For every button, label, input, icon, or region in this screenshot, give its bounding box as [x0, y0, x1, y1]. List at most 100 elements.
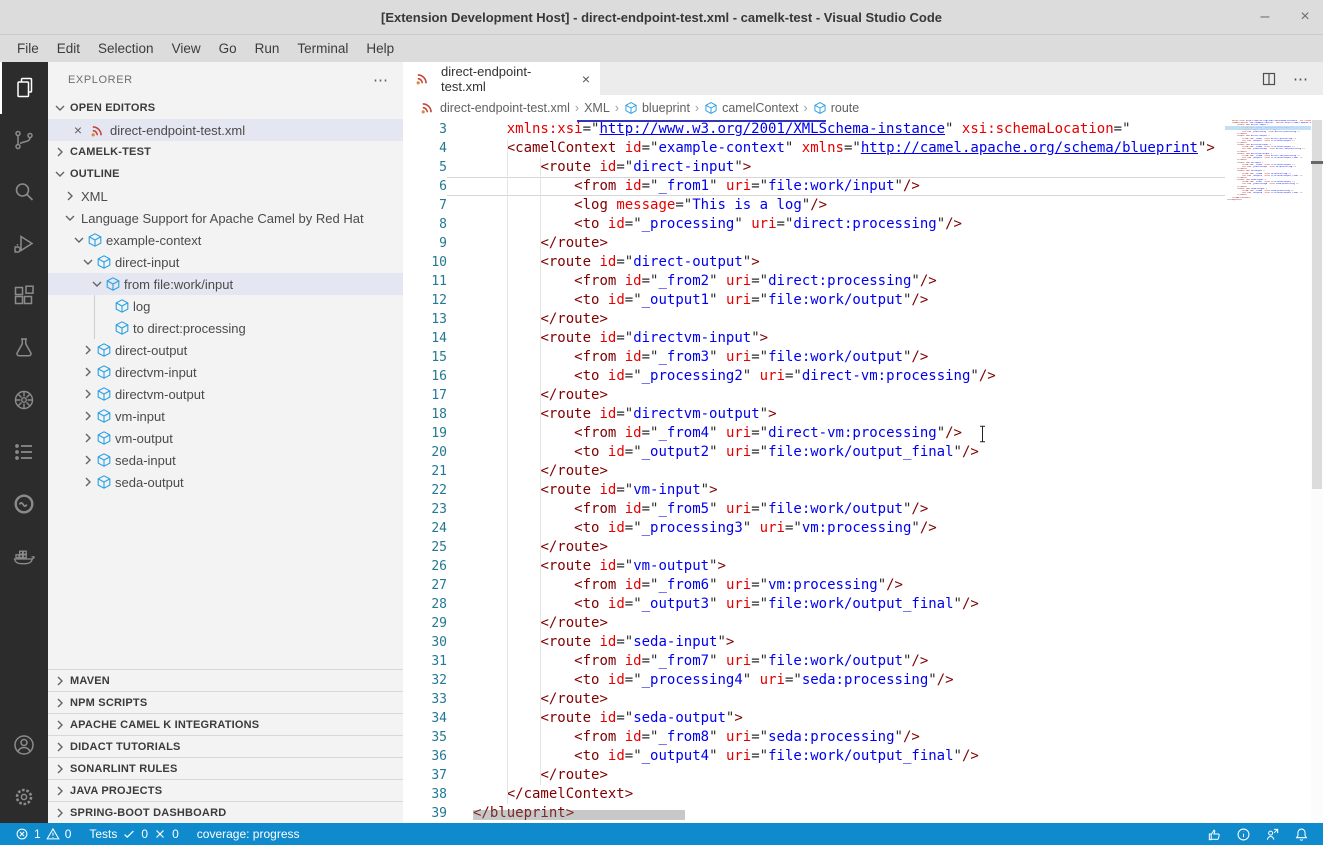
editor-more-actions-icon[interactable]: ⋯: [1293, 70, 1309, 88]
menu-edit[interactable]: Edit: [48, 35, 89, 62]
explorer-more-actions-icon[interactable]: ⋯: [373, 71, 389, 89]
section-maven[interactable]: MAVEN: [48, 669, 403, 691]
section-java-projects[interactable]: JAVA PROJECTS: [48, 779, 403, 801]
code-line-6[interactable]: 6 <from id="_from1" uri="file:work/input…: [403, 177, 1225, 196]
code-line-9[interactable]: 9 </route>: [403, 234, 1225, 253]
menu-view[interactable]: View: [163, 35, 210, 62]
info-icon[interactable]: [1236, 827, 1251, 842]
open-editors-header[interactable]: OPEN EDITORS: [48, 97, 403, 119]
code-line-18[interactable]: 18 <route id="directvm-output">: [403, 405, 1225, 424]
sonarlint-icon[interactable]: [0, 478, 48, 530]
chevron-down-icon[interactable]: [71, 232, 87, 248]
code-line-35[interactable]: 35 <from id="_from8" uri="seda:processin…: [403, 728, 1225, 747]
code-line-8[interactable]: 8 <to id="_processing" uri="direct:proce…: [403, 215, 1225, 234]
menu-help[interactable]: Help: [357, 35, 403, 62]
outline-item-log[interactable]: log: [48, 295, 403, 317]
code-line-27[interactable]: 27 <from id="_from6" uri="vm:processing"…: [403, 576, 1225, 595]
code-line-38[interactable]: 38 </camelContext>: [403, 785, 1225, 804]
notifications-bell-icon[interactable]: [1294, 827, 1309, 842]
tests-beaker-icon[interactable]: [0, 322, 48, 374]
code-line-22[interactable]: 22 <route id="vm-input">: [403, 481, 1225, 500]
section-apache-camel-k-integrations[interactable]: APACHE CAMEL K INTEGRATIONS: [48, 713, 403, 735]
code-line-4[interactable]: 4 <camelContext id="example-context" xml…: [403, 139, 1225, 158]
code-line-36[interactable]: 36 <to id="_output4" uri="file:work/outp…: [403, 747, 1225, 766]
chevron-right-icon[interactable]: [62, 188, 78, 204]
open-editor-item[interactable]: × direct-endpoint-test.xml: [48, 119, 403, 141]
outline-item-from-file-work-input[interactable]: from file:work/input: [48, 273, 403, 295]
breadcrumb-blueprint[interactable]: blueprint: [624, 101, 690, 115]
code-line-7[interactable]: 7 <log message="This is a log"/>: [403, 196, 1225, 215]
outline-header[interactable]: OUTLINE: [48, 163, 403, 185]
code-line-20[interactable]: 20 <to id="_output2" uri="file:work/outp…: [403, 443, 1225, 462]
chevron-right-icon[interactable]: [80, 342, 96, 358]
search-icon[interactable]: [0, 166, 48, 218]
code-line-30[interactable]: 30 <route id="seda-input">: [403, 633, 1225, 652]
outline-item-vm-input[interactable]: vm-input: [48, 405, 403, 427]
split-editor-icon[interactable]: [1261, 71, 1277, 87]
outline-item-example-context[interactable]: example-context: [48, 229, 403, 251]
problems-indicator[interactable]: 1 0: [10, 823, 76, 845]
code-line-24[interactable]: 24 <to id="_processing3" uri="vm:process…: [403, 519, 1225, 538]
chevron-right-icon[interactable]: [80, 452, 96, 468]
chevron-right-icon[interactable]: [80, 364, 96, 380]
outline-item-direct-output[interactable]: direct-output: [48, 339, 403, 361]
folder-section-header[interactable]: CAMELK-TEST: [48, 141, 403, 163]
close-editor-icon[interactable]: ×: [70, 122, 86, 138]
code-line-29[interactable]: 29 </route>: [403, 614, 1225, 633]
menu-file[interactable]: File: [8, 35, 48, 62]
kubernetes-icon[interactable]: [0, 374, 48, 426]
minimap[interactable]: xmlns:xsi="http://www.w3.org/2001/XMLSch…: [1225, 120, 1311, 201]
code-line-12[interactable]: 12 <to id="_output1" uri="file:work/outp…: [403, 291, 1225, 310]
section-sonarlint-rules[interactable]: SONARLINT RULES: [48, 757, 403, 779]
chevron-down-icon[interactable]: [89, 276, 105, 292]
explorer-icon[interactable]: [0, 62, 48, 114]
code-line-26[interactable]: 26 <route id="vm-output">: [403, 557, 1225, 576]
editor[interactable]: 3 xmlns:xsi="http://www.w3.org/2001/XMLS…: [403, 120, 1323, 823]
outline-item-directvm-output[interactable]: directvm-output: [48, 383, 403, 405]
tab-close-icon[interactable]: ×: [582, 71, 590, 87]
account-icon[interactable]: [0, 719, 48, 771]
code-line-25[interactable]: 25 </route>: [403, 538, 1225, 557]
code-line-34[interactable]: 34 <route id="seda-output">: [403, 709, 1225, 728]
menu-terminal[interactable]: Terminal: [288, 35, 357, 62]
outline-item-seda-input[interactable]: seda-input: [48, 449, 403, 471]
chevron-down-icon[interactable]: [80, 254, 96, 270]
chevron-right-icon[interactable]: [80, 386, 96, 402]
feedback-thumbs-up-icon[interactable]: [1207, 827, 1222, 842]
chevron-right-icon[interactable]: [80, 408, 96, 424]
code-area[interactable]: 3 xmlns:xsi="http://www.w3.org/2001/XMLS…: [403, 120, 1225, 823]
code-line-15[interactable]: 15 <from id="_from3" uri="file:work/outp…: [403, 348, 1225, 367]
extensions-icon[interactable]: [0, 270, 48, 322]
tutorials-list-icon[interactable]: [0, 426, 48, 478]
outline-item-directvm-input[interactable]: directvm-input: [48, 361, 403, 383]
horizontal-scrollbar-thumb[interactable]: [473, 810, 685, 820]
outline-item-language-support-for-apache-camel-by-red-hat[interactable]: Language Support for Apache Camel by Red…: [48, 207, 403, 229]
code-line-13[interactable]: 13 </route>: [403, 310, 1225, 329]
code-line-5[interactable]: 5 <route id="direct-input">: [403, 158, 1225, 177]
vertical-scrollbar-thumb[interactable]: [1312, 120, 1322, 489]
outline-item-to-direct-processing[interactable]: to direct:processing: [48, 317, 403, 339]
section-npm-scripts[interactable]: NPM SCRIPTS: [48, 691, 403, 713]
code-line-31[interactable]: 31 <from id="_from7" uri="file:work/outp…: [403, 652, 1225, 671]
code-line-33[interactable]: 33 </route>: [403, 690, 1225, 709]
vertical-scrollbar[interactable]: [1311, 120, 1323, 823]
code-line-14[interactable]: 14 <route id="directvm-input">: [403, 329, 1225, 348]
code-line-3[interactable]: 3 xmlns:xsi="http://www.w3.org/2001/XMLS…: [403, 120, 1225, 139]
outline-item-direct-input[interactable]: direct-input: [48, 251, 403, 273]
minimize-button[interactable]: –: [1257, 8, 1273, 26]
breadcrumb-xml[interactable]: XML: [584, 101, 610, 115]
breadcrumb-route[interactable]: route: [813, 101, 860, 115]
section-spring-boot-dashboard[interactable]: SPRING-BOOT DASHBOARD: [48, 801, 403, 823]
chevron-right-icon[interactable]: [80, 474, 96, 490]
chevron-right-icon[interactable]: [80, 430, 96, 446]
remote-person-icon[interactable]: [1265, 827, 1280, 842]
section-didact-tutorials[interactable]: DIDACT TUTORIALS: [48, 735, 403, 757]
docker-icon[interactable]: [0, 530, 48, 582]
code-line-28[interactable]: 28 <to id="_output3" uri="file:work/outp…: [403, 595, 1225, 614]
menu-go[interactable]: Go: [210, 35, 246, 62]
code-line-21[interactable]: 21 </route>: [403, 462, 1225, 481]
code-line-16[interactable]: 16 <to id="_processing2" uri="direct-vm:…: [403, 367, 1225, 386]
code-line-17[interactable]: 17 </route>: [403, 386, 1225, 405]
outline-item-xml[interactable]: XML: [48, 185, 403, 207]
breadcrumb-camelcontext[interactable]: camelContext: [704, 101, 798, 115]
